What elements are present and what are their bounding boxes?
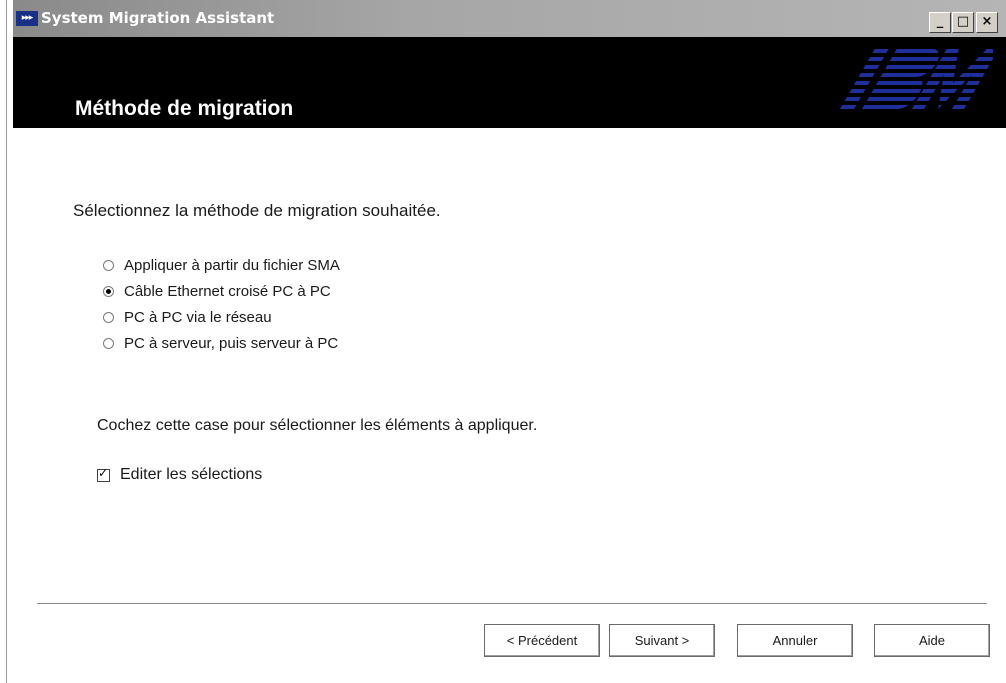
migration-method-group: Appliquer à partir du fichier SMA Câble …	[103, 252, 340, 356]
separator-line	[37, 603, 987, 605]
instruction-text: Sélectionnez la méthode de migration sou…	[73, 201, 441, 220]
radio-button[interactable]	[103, 259, 114, 271]
header-banner: Méthode de migration	[13, 37, 1006, 128]
radio-button[interactable]	[103, 337, 114, 349]
edit-selections-row[interactable]: Editer les sélections	[97, 466, 262, 484]
edit-selections-checkbox[interactable]	[97, 466, 110, 482]
previous-button[interactable]: < Précédent	[484, 624, 600, 657]
page-title: Méthode de migration	[75, 97, 294, 120]
option-label: PC à PC via le réseau	[124, 308, 272, 326]
option-sma-file[interactable]: Appliquer à partir du fichier SMA	[103, 252, 340, 278]
edit-selections-label: Editer les sélections	[120, 466, 263, 483]
maximize-button[interactable]: □	[952, 12, 974, 33]
option-label: Appliquer à partir du fichier SMA	[124, 256, 340, 274]
app-icon[interactable]: ▸▸▸	[16, 11, 38, 26]
migration-window: ▸▸▸ System Migration Assistant _ □ × Mét…	[12, 0, 1006, 683]
ibm-logo-icon	[840, 49, 993, 109]
cancel-button[interactable]: Annuler	[737, 624, 853, 657]
option-ethernet-cable[interactable]: Câble Ethernet croisé PC à PC	[103, 278, 340, 304]
next-button[interactable]: Suivant >	[609, 624, 715, 657]
radio-button[interactable]	[103, 311, 114, 323]
option-label: PC à serveur, puis serveur à PC	[124, 334, 339, 352]
option-label: Câble Ethernet croisé PC à PC	[124, 282, 331, 300]
close-button[interactable]: ×	[976, 12, 998, 33]
option-server[interactable]: PC à serveur, puis serveur à PC	[103, 330, 340, 356]
window-title: System Migration Assistant	[41, 9, 275, 27]
left-screen-edge	[0, 0, 8, 683]
minimize-button[interactable]: _	[929, 12, 951, 33]
title-bar[interactable]: ▸▸▸ System Migration Assistant _ □ ×	[13, 0, 1006, 37]
checkbox-hint-text: Cochez cette case pour sélectionner les …	[97, 417, 538, 434]
help-button[interactable]: Aide	[874, 624, 990, 657]
option-network[interactable]: PC à PC via le réseau	[103, 304, 340, 330]
radio-button-selected[interactable]	[103, 285, 114, 297]
content-area: Sélectionnez la méthode de migration sou…	[13, 128, 1006, 683]
